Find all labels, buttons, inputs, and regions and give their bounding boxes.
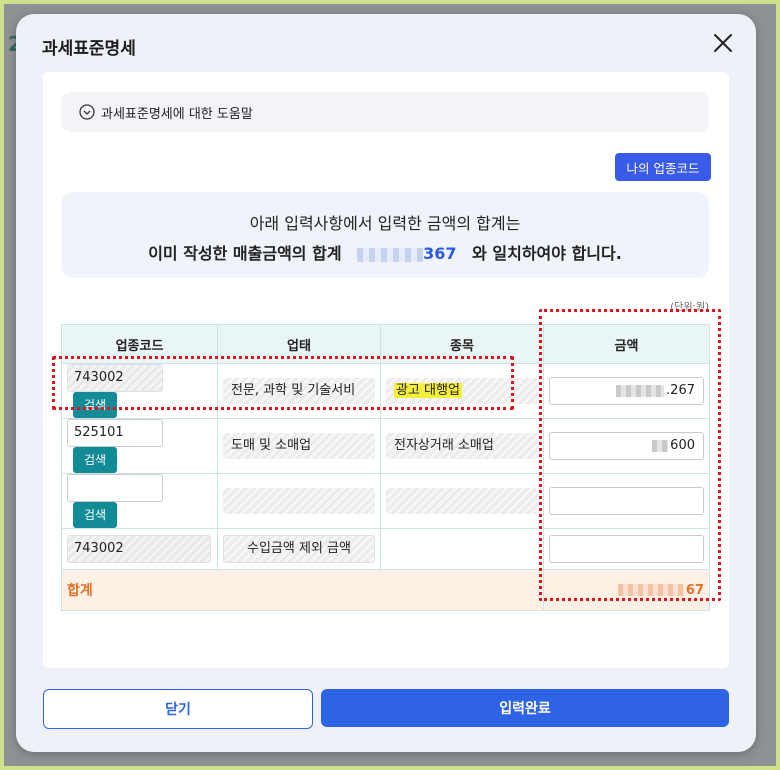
notice-suffix: 와 일치하여야 합니다. xyxy=(472,244,622,263)
search-button[interactable]: 검색 xyxy=(73,447,117,473)
total-label: 합계 xyxy=(61,569,544,611)
submit-button[interactable]: 입력완료 xyxy=(321,689,729,727)
sales-total-suffix: 367 xyxy=(423,244,457,263)
help-toggle[interactable]: 과세표준명세에 대한 도움말 xyxy=(61,92,709,132)
close-button[interactable]: 닫기 xyxy=(43,689,313,729)
business-type-field: 도매 및 소매업 xyxy=(223,433,375,459)
tax-standard-modal: 과세표준명세 과세표준명세에 대한 도움말 나의 업종코드 아래 입력사항에서 … xyxy=(16,14,756,752)
industry-code-input[interactable]: 525101 xyxy=(67,419,163,447)
business-type-field: 수입금액 제외 금액 xyxy=(223,535,375,563)
my-industry-code-button[interactable]: 나의 업종코드 xyxy=(615,153,711,181)
industry-code-input[interactable] xyxy=(67,474,163,502)
search-button[interactable]: 검색 xyxy=(73,502,117,528)
industry-code-field: 743002 xyxy=(67,535,211,563)
highlight-box-row1 xyxy=(52,356,514,410)
highlight-box-amount xyxy=(539,309,721,601)
notice-line2: 이미 작성한 매출금액의 합계 367 와 일치하여야 합니다. xyxy=(61,240,709,264)
modal-content: 과세표준명세에 대한 도움말 나의 업종코드 아래 입력사항에서 입력한 금액의… xyxy=(43,72,729,668)
notice-line1: 아래 입력사항에서 입력한 금액의 합계는 xyxy=(249,214,521,233)
business-type-field xyxy=(223,488,375,514)
blurred-digits xyxy=(357,247,424,262)
notice-prefix: 이미 작성한 매출금액의 합계 xyxy=(148,244,342,263)
sales-total-amount: 367 xyxy=(357,244,457,263)
modal-title: 과세표준명세 xyxy=(42,39,136,59)
help-text: 과세표준명세에 대한 도움말 xyxy=(101,106,253,122)
empty-item-cell xyxy=(380,528,544,570)
notice-box: 아래 입력사항에서 입력한 금액의 합계는 이미 작성한 매출금액의 합계 36… xyxy=(61,192,709,278)
chevron-down-circle-icon xyxy=(79,104,95,120)
business-item-field xyxy=(386,488,538,514)
close-icon[interactable] xyxy=(708,28,738,58)
business-item-field: 전자상거래 소매업 xyxy=(386,433,538,459)
